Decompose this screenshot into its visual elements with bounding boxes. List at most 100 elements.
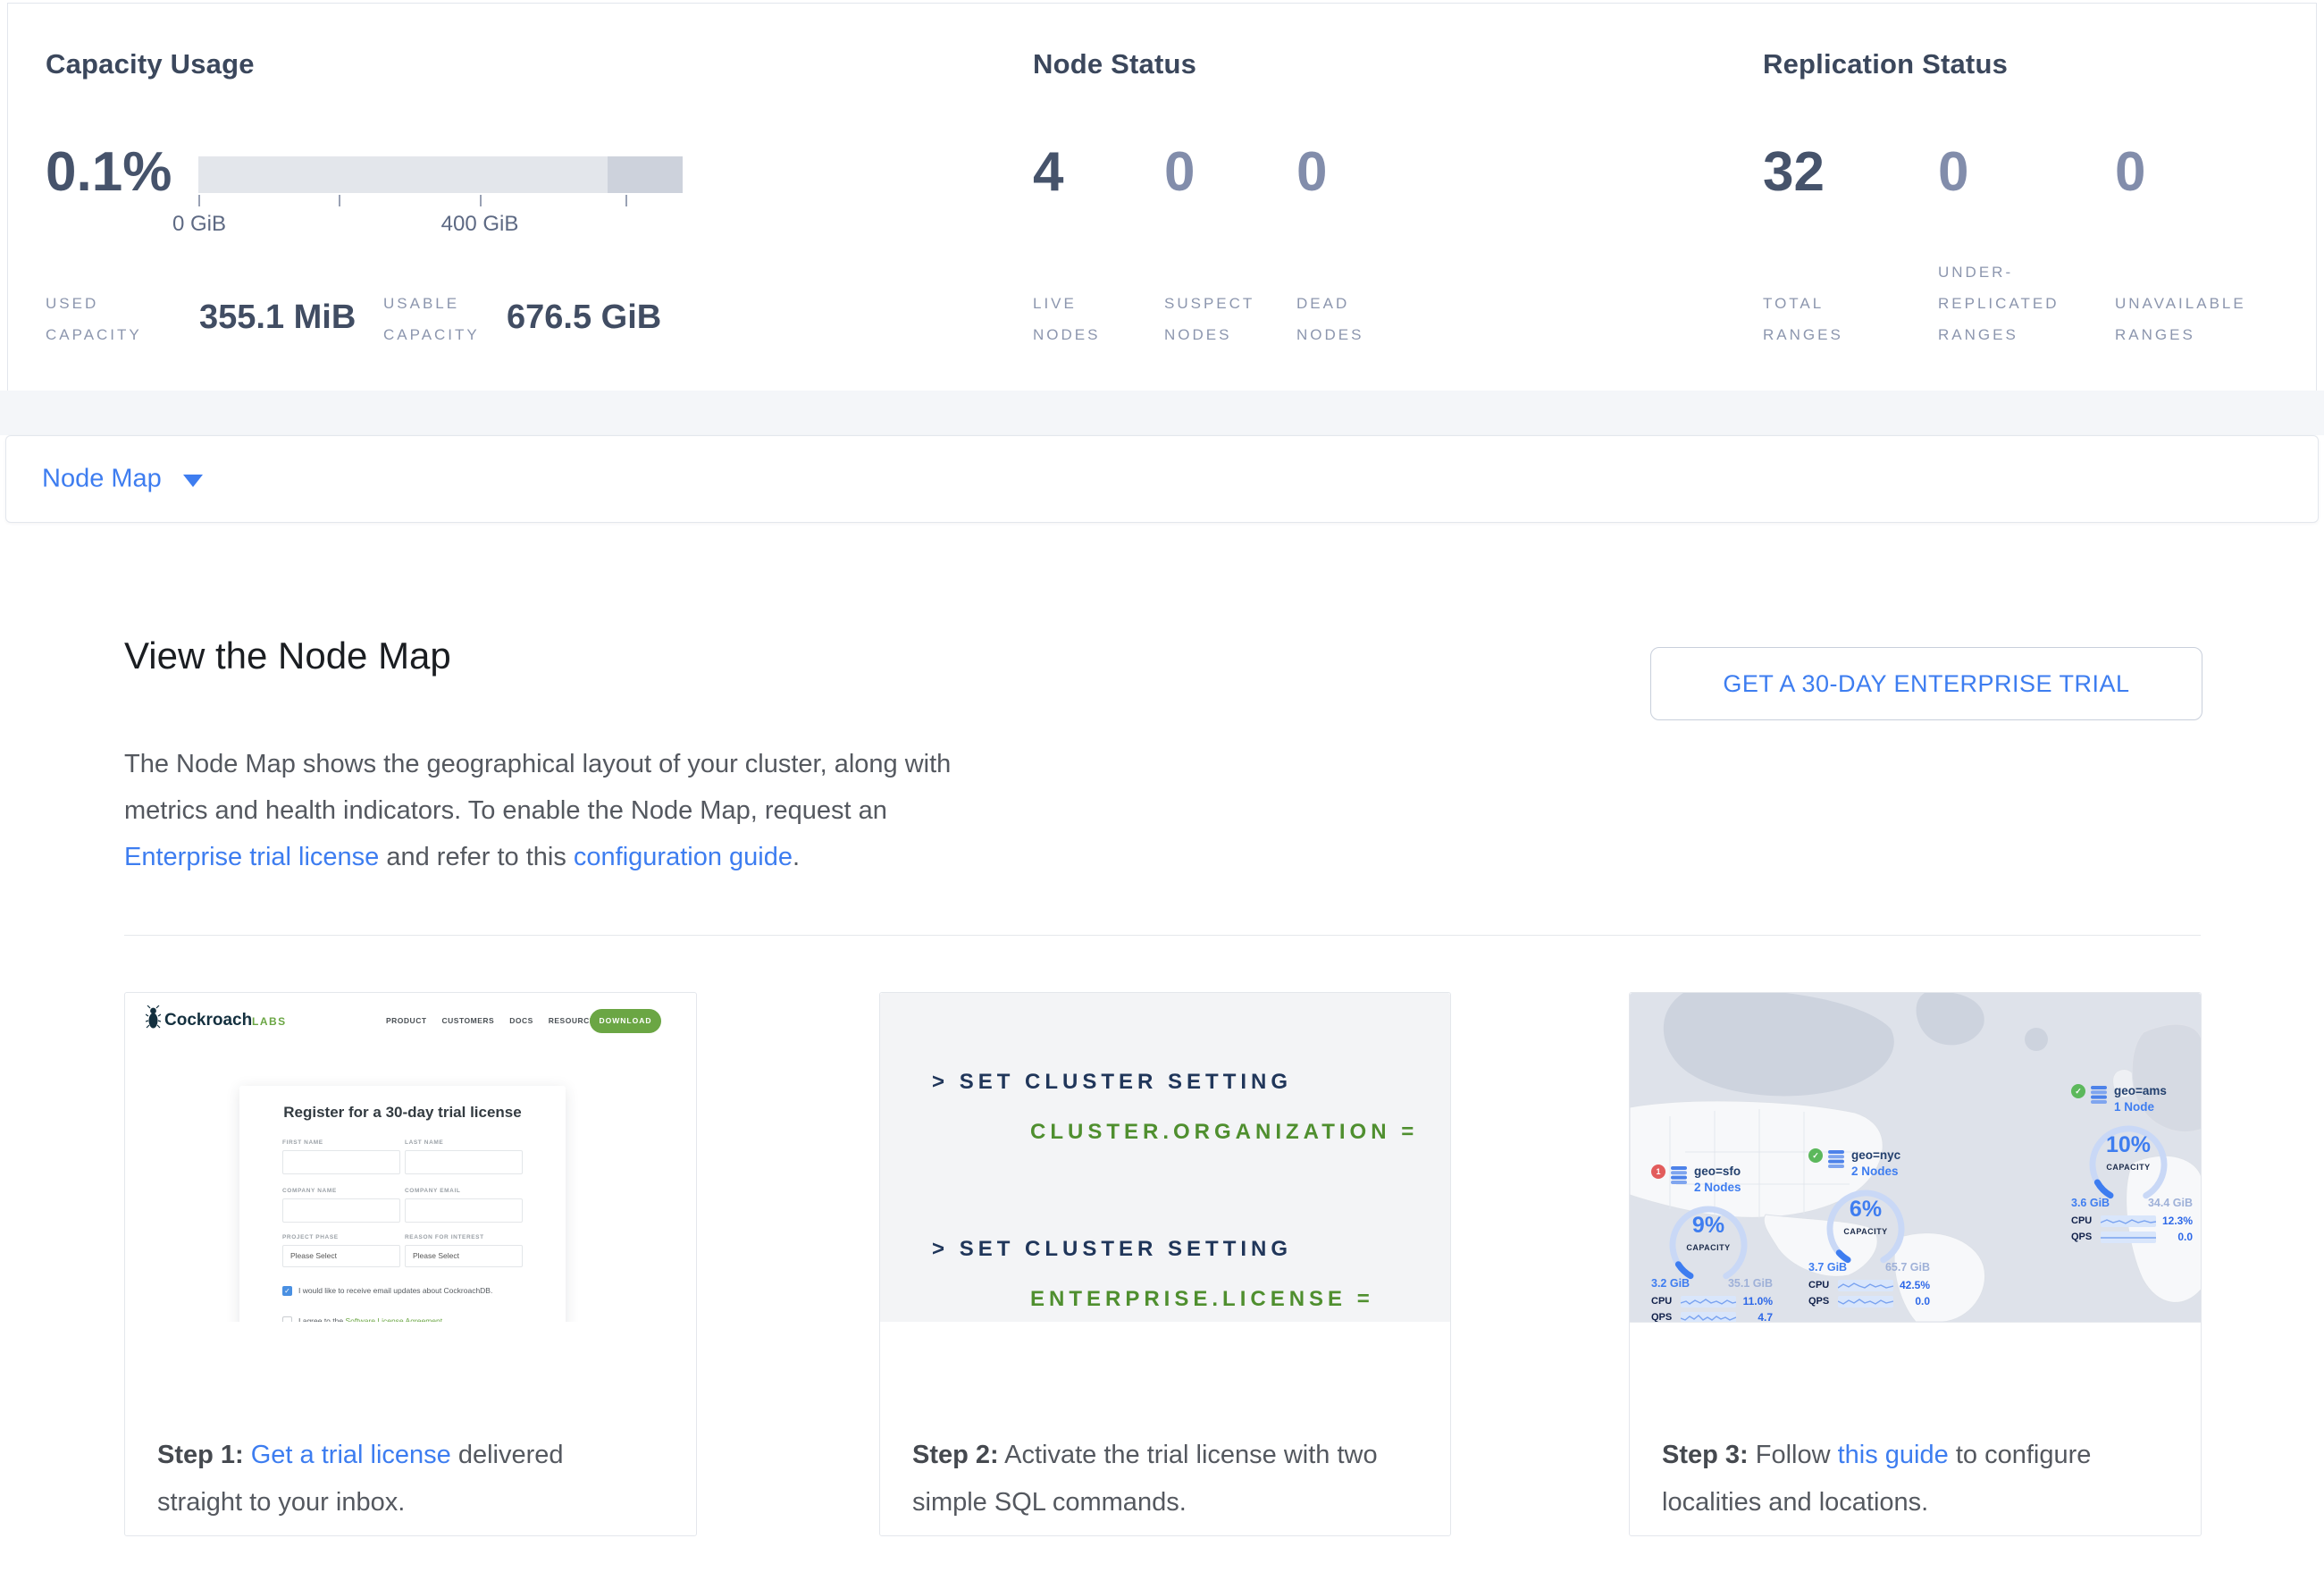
capacity-total: 35.1 GiB [1728,1277,1773,1290]
capacity-used: 3.6 GiB [2071,1197,2110,1209]
description-text: and refer to this [379,843,574,871]
live-nodes-label: LIVE NODES [1033,288,1100,350]
capacity-percent: 6% [1823,1197,1909,1223]
enterprise-trial-license-link[interactable]: Enterprise trial license [124,843,379,871]
axis-tick-label-zero: 0 GiB [172,212,226,237]
company-email-label: COMPANY EMAIL [405,1188,460,1194]
license-agree-text: I agree to the Software License Agreemen… [298,1316,445,1322]
step-1-prefix: Step 1: [157,1441,244,1469]
get-trial-license-link[interactable]: Get a trial license [251,1441,451,1469]
healthy-badge-icon: ✓ [2071,1084,2085,1098]
sql-argument: CLUSTER.ORGANIZATION = [1030,1120,1450,1145]
description-text: . [793,843,800,871]
step-3-caption: Step 3: Follow this guide to configure l… [1662,1432,2138,1526]
error-badge-icon: 1 [1651,1164,1665,1179]
capacity-label: CAPACITY [2085,1163,2171,1172]
cockroach-logo-text: Cockroach [164,1011,252,1030]
cpu-label: CPU [1651,1296,1676,1307]
company-name-field [282,1198,400,1223]
email-updates-text: I would like to receive email updates ab… [298,1286,492,1296]
node-map-description: The Node Map shows the geographical layo… [124,741,975,880]
total-ranges-count: 32 [1763,145,1825,200]
configuration-guide-link[interactable]: configuration guide [574,843,793,871]
node-status-title: Node Status [1033,48,1196,80]
cpu-row: CPU 11.0% [1651,1295,1773,1307]
locality-node-count: 1 Node [2114,1100,2154,1114]
unavailable-ranges-label: UNAVAILABLE RANGES [2115,288,2246,350]
usable-capacity-value: 676.5 GiB [507,298,661,337]
node-map-selector-label[interactable]: Node Map [42,465,162,494]
used-capacity-value: 355.1 MiB [199,298,356,337]
axis-tick-label-400: 400 GiB [441,212,519,237]
capacity-gauge: 9% CAPACITY [1665,1202,1751,1288]
labs-logo-text: LABS [252,1015,287,1028]
capacity-used: 3.7 GiB [1808,1261,1847,1274]
sql-command: SET CLUSTER SETTING [960,1237,1292,1261]
first-name-label: FIRST NAME [282,1139,323,1146]
page-title: View the Node Map [124,635,451,677]
chevron-down-icon [183,475,203,487]
database-icon [1671,1166,1687,1184]
capacity-bar-reserved-segment [608,156,683,193]
cpu-sparkline [2101,1215,2156,1227]
capacity-range: 3.6 GiB 34.4 GiB [2071,1197,2193,1209]
cpu-value: 42.5% [1898,1279,1930,1291]
company-email-field [405,1198,523,1223]
dead-nodes-label: DEAD NODES [1296,288,1363,350]
trial-registration-form: Register for a 30-day trial license FIRS… [239,1086,566,1322]
capacity-gauge: 10% CAPACITY [2085,1122,2171,1207]
capacity-range: 3.7 GiB 65.7 GiB [1808,1261,1930,1274]
qps-row: QPS 4.7 [1651,1311,1773,1323]
healthy-badge-icon: ✓ [1808,1148,1823,1163]
locality-node-count: 2 Nodes [1851,1164,1899,1178]
download-button: DOWNLOAD [590,1009,661,1033]
capacity-used: 3.2 GiB [1651,1277,1690,1290]
qps-label: QPS [1651,1312,1676,1323]
database-icon [1828,1150,1844,1168]
axis-tick [198,195,200,206]
unavailable-ranges-count: 0 [2115,145,2145,200]
capacity-label: CAPACITY [1823,1227,1909,1236]
nav-item-docs: DOCS [509,1016,533,1025]
locality-node-count: 2 Nodes [1694,1181,1741,1194]
sql-prompt: > [932,1070,949,1094]
replication-status-title: Replication Status [1763,48,2008,80]
capacity-usage-title: Capacity Usage [46,48,255,80]
qps-label: QPS [1808,1296,1833,1307]
nav-item-customers: CUSTOMERS [442,1016,495,1025]
step-3-prefix: Step 3: [1662,1441,1749,1469]
cockroach-logo-icon [146,1005,161,1030]
locality-name: geo=sfo [1694,1164,1741,1178]
this-guide-link[interactable]: this guide [1838,1441,1949,1469]
nav-item-product: PRODUCT [386,1016,427,1025]
step-3-card: 1 geo=sfo 2 Nodes 9% CAPACITY 3.2 GiB 35 [1629,992,2202,1536]
email-updates-checkbox: ✓ [282,1286,292,1296]
under-replicated-ranges-label: UNDER- REPLICATED RANGES [1938,256,2060,350]
caption-text: Follow [1749,1441,1838,1469]
cpu-row: CPU 42.5% [1808,1279,1930,1291]
database-icon [2091,1086,2107,1104]
node-map-view-selector[interactable]: Node Map [5,435,2319,523]
capacity-percent: 9% [1665,1213,1751,1239]
cpu-label: CPU [1808,1280,1833,1291]
agree-text: I agree to the [298,1316,345,1322]
suspect-nodes-label: SUSPECT NODES [1164,288,1254,350]
step-1-card: Cockroach LABS PRODUCT CUSTOMERS DOCS RE… [124,992,697,1536]
caption-text [244,1441,251,1469]
locality-name: geo=nyc [1851,1148,1900,1162]
sql-argument: ENTERPRISE.LICENSE = [1030,1287,1450,1312]
axis-tick [480,195,482,206]
node-map-preview: 1 geo=sfo 2 Nodes 9% CAPACITY 3.2 GiB 35 [1630,993,2201,1323]
sql-line: > SET CLUSTER SETTING [932,1237,1450,1262]
company-name-label: COMPANY NAME [282,1188,337,1194]
sql-commands-figure: > SET CLUSTER SETTING CLUSTER.ORGANIZATI… [880,993,1450,1322]
qps-value: 0.0 [1898,1295,1930,1307]
qps-sparkline [1838,1296,1893,1307]
reason-select: Please Select [405,1245,523,1267]
step-2-caption: Step 2: Activate the trial license with … [912,1432,1388,1526]
cpu-sparkline [1838,1280,1893,1291]
get-enterprise-trial-button[interactable]: GET A 30-DAY ENTERPRISE TRIAL [1650,647,2202,720]
dead-nodes-count: 0 [1296,145,1327,200]
usable-capacity-label: USABLE CAPACITY [383,288,480,350]
live-nodes-count: 4 [1033,145,1063,200]
